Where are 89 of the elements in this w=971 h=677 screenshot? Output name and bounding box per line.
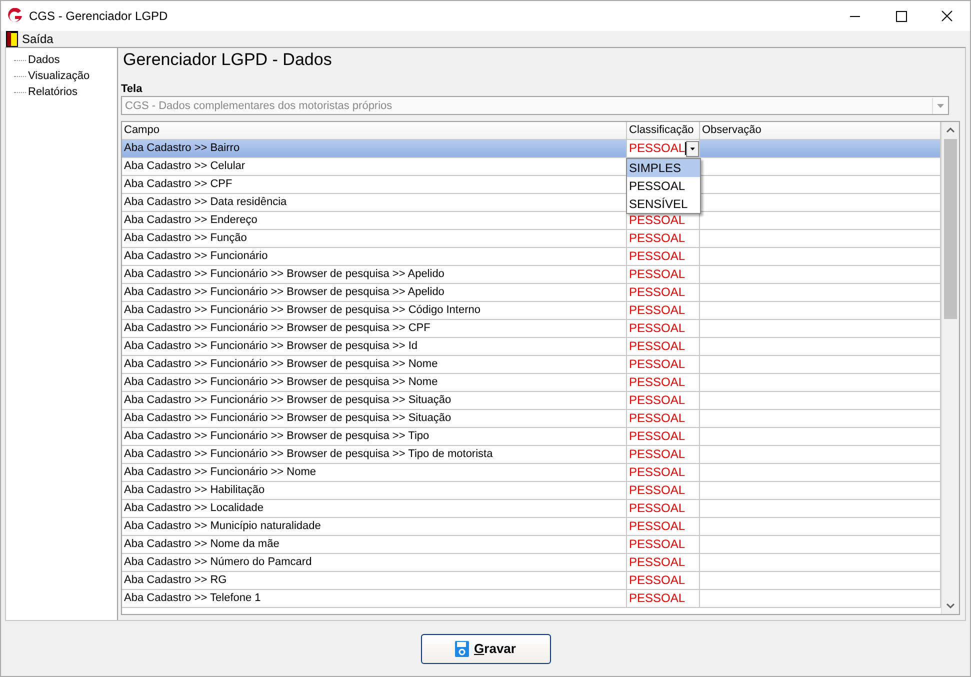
table-row[interactable]: Aba Cadastro >> Município naturalidade PESSOAL bbox=[122, 518, 941, 536]
table-cell-text: Aba Cadastro >> Funcionário >> Browser de pesquisa >> Apelido bbox=[124, 285, 444, 300]
table-row[interactable]: Aba Cadastro >> Número do Pamcard PESSOAL bbox=[122, 554, 941, 572]
table-cell-text: Aba Cadastro >> Funcionário >> Browser de pesquisa >> Tipo de motorista bbox=[124, 447, 493, 462]
column-header[interactable]: Classificação bbox=[627, 122, 700, 140]
table-cell: PESSOAL bbox=[629, 464, 686, 481]
table-row[interactable]: Aba Cadastro >> Funcionário >> Browser de pesquisa >> Situação PESSOAL bbox=[122, 410, 941, 428]
table-row[interactable]: Aba Cadastro >> Funcionário >> Browser de pesquisa >> Tipo PESSOAL bbox=[122, 428, 941, 446]
table-cell-text: Aba Cadastro >> Função bbox=[124, 231, 247, 246]
table-cell: PESSOAL bbox=[629, 248, 686, 265]
table-cell-text: Aba Cadastro >> Funcionário >> Browser de pesquisa >> Código Interno bbox=[124, 303, 481, 318]
table-cell: PESSOAL bbox=[629, 320, 686, 337]
table-row[interactable]: Aba Cadastro >> Funcionário >> Browser de pesquisa >> Situação PESSOAL bbox=[122, 392, 941, 410]
table-cell: PESSOAL bbox=[629, 230, 686, 247]
table-cell: PESSOAL bbox=[629, 500, 686, 517]
table-cell: PESSOAL bbox=[629, 590, 686, 607]
table-cell: PESSOAL bbox=[629, 446, 686, 463]
table-cell-text: Aba Cadastro >> Localidade bbox=[124, 501, 264, 516]
table-cell-text: Aba Cadastro >> Funcionário >> Browser de pesquisa >> Nome bbox=[124, 357, 438, 372]
table-cell-text: Aba Cadastro >> Funcionário >> Nome bbox=[124, 465, 316, 480]
table-cell: PESSOAL bbox=[629, 482, 686, 499]
table-row[interactable]: Aba Cadastro >> Funcionário >> Browser de pesquisa >> Nome PESSOAL bbox=[122, 356, 941, 374]
table-cell: PESSOAL bbox=[629, 140, 686, 157]
table-row[interactable]: Aba Cadastro >> Funcionário >> Browser de pesquisa >> Apelido PESSOAL bbox=[122, 284, 941, 302]
door-icon bbox=[6, 31, 18, 47]
table-cell: PESSOAL bbox=[629, 536, 686, 553]
table-cell: PESSOAL bbox=[629, 428, 686, 445]
table-cell-text: Aba Cadastro >> Telefone 1 bbox=[124, 591, 261, 606]
column-header[interactable]: Observação bbox=[700, 122, 941, 140]
table-row[interactable]: Aba Cadastro >> Funcionário >> Browser de pesquisa >> Tipo de motorista PESSOAL bbox=[122, 446, 941, 464]
table-cell: PESSOAL bbox=[629, 392, 686, 409]
table-cell-text: Aba Cadastro >> Funcionário >> Browser de pesquisa >> Id bbox=[124, 339, 418, 354]
tree-item[interactable]: Relatórios bbox=[28, 86, 78, 98]
table-cell-text: Aba Cadastro >> Nome da mãe bbox=[124, 537, 280, 552]
table-cell-text: Aba Cadastro >> Funcionário >> Browser de pesquisa >> Situação bbox=[124, 393, 452, 408]
table-cell-text: Aba Cadastro >> Município naturalidade bbox=[124, 519, 321, 534]
save-button[interactable]: Gravar bbox=[420, 634, 550, 664]
table-row[interactable]: Aba Cadastro >> Habilitação PESSOAL bbox=[122, 482, 941, 500]
table-cell-text: Aba Cadastro >> Habilitação bbox=[124, 483, 265, 498]
table-cell: PESSOAL bbox=[629, 410, 686, 427]
table-cell-text: Aba Cadastro >> Número do Pamcard bbox=[124, 555, 312, 570]
exit-menu-item[interactable]: Saída bbox=[6, 31, 54, 47]
table-row[interactable]: Aba Cadastro >> Funcionário >> Browser de pesquisa >> CPF PESSOAL bbox=[122, 320, 941, 338]
table-cell-text: Aba Cadastro >> Endereço bbox=[124, 213, 258, 228]
scrollbar[interactable] bbox=[941, 122, 959, 614]
table-row[interactable]: Aba Cadastro >> Funcionário >> Nome PESSOAL bbox=[122, 464, 941, 482]
dropdown-option[interactable]: PESSOAL bbox=[627, 177, 700, 195]
table-cell-text: Aba Cadastro >> CPF bbox=[124, 177, 232, 192]
table-cell-text: Aba Cadastro >> RG bbox=[124, 573, 227, 588]
table-cell: PESSOAL bbox=[629, 356, 686, 373]
field-label: Tela bbox=[121, 83, 144, 96]
table-cell-text: Aba Cadastro >> Funcionário bbox=[124, 249, 268, 264]
column-header[interactable]: Campo bbox=[122, 122, 627, 140]
tree-item[interactable]: Dados bbox=[28, 54, 60, 66]
table-cell: PESSOAL bbox=[629, 284, 686, 301]
table-row[interactable]: Aba Cadastro >> Nome da mãe PESSOAL bbox=[122, 536, 941, 554]
table-row[interactable]: Aba Cadastro >> Funcionário >> Browser de pesquisa >> Apelido PESSOAL bbox=[122, 266, 941, 284]
table-cell: PESSOAL bbox=[629, 266, 686, 283]
table-row[interactable]: Aba Cadastro >> Telefone 1 PESSOAL bbox=[122, 590, 941, 608]
dropdown-option[interactable]: SIMPLES bbox=[627, 159, 700, 177]
table-row[interactable]: Aba Cadastro >> Função PESSOAL bbox=[122, 230, 941, 248]
table-cell: PESSOAL bbox=[629, 518, 686, 535]
table-cell: PESSOAL bbox=[629, 302, 686, 319]
table-cell-text: Aba Cadastro >> Data residência bbox=[124, 195, 287, 210]
table-row[interactable]: Aba Cadastro >> Funcionário >> Browser de pesquisa >> Id PESSOAL bbox=[122, 338, 941, 356]
tree-item[interactable]: Visualização bbox=[28, 70, 90, 82]
dropdown-option[interactable]: SENSÍVEL bbox=[627, 195, 700, 213]
table-cell-text: Aba Cadastro >> Funcionário >> Browser de pesquisa >> Apelido bbox=[124, 267, 444, 282]
table-cell-text: Aba Cadastro >> Bairro bbox=[124, 141, 240, 156]
app-logo-icon bbox=[7, 8, 23, 24]
table-row[interactable]: Aba Cadastro >> RG PESSOAL bbox=[122, 572, 941, 590]
table-row[interactable]: Aba Cadastro >> Localidade PESSOAL bbox=[122, 500, 941, 518]
table-cell-text: Aba Cadastro >> Funcionário >> Browser de pesquisa >> Nome bbox=[124, 375, 438, 390]
table-cell: PESSOAL bbox=[629, 374, 686, 391]
table-row[interactable]: Aba Cadastro >> Funcionário >> Browser de pesquisa >> Código Interno PESSOAL bbox=[122, 302, 941, 320]
selected-row[interactable]: Aba Cadastro >> Bairro PESSOAL bbox=[122, 140, 941, 158]
window-title: CGS - Gerenciador LGPD bbox=[29, 9, 168, 23]
table-cell: PESSOAL bbox=[629, 212, 686, 229]
scroll-thumb[interactable] bbox=[944, 139, 957, 319]
table-cell: PESSOAL bbox=[629, 338, 686, 355]
table-cell-text: Aba Cadastro >> Celular bbox=[124, 159, 246, 174]
table-cell: PESSOAL bbox=[629, 572, 686, 589]
table-row[interactable]: Aba Cadastro >> Funcionário >> Browser de pesquisa >> Nome PESSOAL bbox=[122, 374, 941, 392]
table-cell: PESSOAL bbox=[629, 554, 686, 571]
table-cell-text: Aba Cadastro >> Funcionário >> Browser de pesquisa >> Tipo bbox=[124, 429, 430, 444]
table-cell-text: Aba Cadastro >> Funcionário >> Browser de pesquisa >> CPF bbox=[124, 321, 430, 336]
table-row[interactable]: Aba Cadastro >> Funcionário PESSOAL bbox=[122, 248, 941, 266]
page-heading: Gerenciador LGPD - Dados bbox=[122, 50, 333, 71]
table-cell-text: Aba Cadastro >> Funcionário >> Browser de pesquisa >> Situação bbox=[124, 411, 452, 426]
